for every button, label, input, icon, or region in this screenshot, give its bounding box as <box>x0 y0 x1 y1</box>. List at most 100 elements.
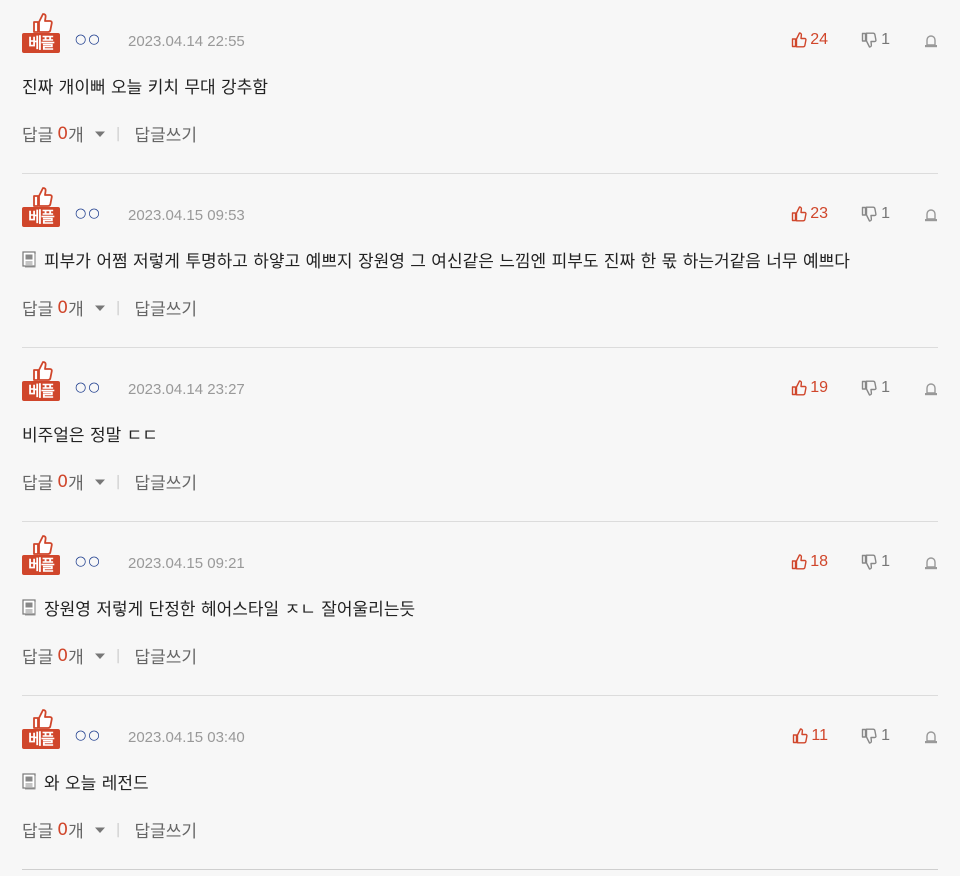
dislike-button[interactable]: 1 <box>861 727 890 745</box>
comment-actions: 답글 0개 | 답글쓰기 <box>22 643 197 669</box>
write-reply-button[interactable]: 답글쓰기 <box>134 121 197 146</box>
thumbs-up-badge-icon <box>33 13 53 33</box>
best-label: 베플 <box>22 207 60 227</box>
thumbs-down-icon <box>861 554 877 570</box>
comment-text: 장원영 저렇게 단정한 헤어스타일 ㅈㄴ 잘어울리는듯 <box>44 600 416 620</box>
thumbs-up-badge-icon <box>33 361 53 381</box>
reply-label: 답글 <box>22 300 54 320</box>
reply-toggle[interactable]: 답글 0개 <box>22 121 112 146</box>
comment-date: 2023.04.15 09:53 <box>128 207 245 224</box>
reply-unit: 개 <box>68 648 84 668</box>
comment-body: 와 오늘 레전드 <box>22 769 149 794</box>
reply-label: 답글 <box>22 474 54 494</box>
dislike-button[interactable]: 1 <box>861 379 890 397</box>
best-comment-badge: 베플 <box>22 186 60 228</box>
separator: | <box>115 299 121 316</box>
thumbs-down-icon <box>861 32 877 48</box>
thumbs-up-icon <box>793 728 809 744</box>
like-button[interactable]: 24 <box>791 31 828 49</box>
dislike-count: 1 <box>881 31 890 48</box>
dislike-button[interactable]: 1 <box>861 553 890 571</box>
best-label: 베플 <box>22 381 60 401</box>
caret-down-icon <box>94 827 105 833</box>
caret-down-icon <box>94 131 105 137</box>
report-icon[interactable] <box>924 208 938 222</box>
like-count: 11 <box>811 727 828 744</box>
author-nickname[interactable]: ○○ <box>75 32 102 47</box>
comment-item: 베플 ○○ 2023.04.14 22:55 24 1 진짜 개이뻐 오늘 키치… <box>22 0 938 174</box>
reply-unit: 개 <box>68 822 84 842</box>
comment-date: 2023.04.15 09:21 <box>128 555 245 572</box>
author-nickname[interactable]: ○○ <box>75 554 102 569</box>
report-icon[interactable] <box>924 730 938 744</box>
reply-count: 0 <box>57 297 69 318</box>
best-comment-badge: 베플 <box>22 12 60 54</box>
reply-toggle[interactable]: 답글 0개 <box>22 469 112 494</box>
separator: | <box>115 647 121 664</box>
comment-text: 와 오늘 레전드 <box>44 774 149 794</box>
write-reply-button[interactable]: 답글쓰기 <box>134 295 197 320</box>
comment-body: 비주얼은 정말 ㄷㄷ <box>22 421 158 446</box>
write-reply-button[interactable]: 답글쓰기 <box>134 817 197 842</box>
separator: | <box>115 473 121 490</box>
comment-item: 베플 ○○ 2023.04.15 09:21 18 1 장원영 저렇게 단정한 … <box>22 522 938 696</box>
like-count: 24 <box>810 31 828 48</box>
comment-body: 피부가 어쩜 저렇게 투명하고 하얗고 예쁘지 장원영 그 여신같은 느낌엔 피… <box>22 247 850 272</box>
thumbs-up-badge-icon <box>33 709 53 729</box>
like-button[interactable]: 23 <box>791 205 828 223</box>
best-label: 베플 <box>22 33 60 53</box>
like-button[interactable]: 19 <box>791 379 828 397</box>
like-count: 19 <box>810 379 828 396</box>
reply-toggle[interactable]: 답글 0개 <box>22 817 112 842</box>
comment-text: 피부가 어쩜 저렇게 투명하고 하얗고 예쁘지 장원영 그 여신같은 느낌엔 피… <box>44 252 850 272</box>
comment-text: 진짜 개이뻐 오늘 키치 무대 강추함 <box>22 78 268 98</box>
caret-down-icon <box>94 305 105 311</box>
dislike-count: 1 <box>881 553 890 570</box>
comment-date: 2023.04.14 22:55 <box>128 33 245 50</box>
like-button[interactable]: 11 <box>792 727 828 745</box>
reply-unit: 개 <box>68 474 84 494</box>
author-nickname[interactable]: ○○ <box>75 206 102 221</box>
write-reply-button[interactable]: 답글쓰기 <box>134 469 197 494</box>
image-attachment-icon[interactable] <box>22 251 38 268</box>
comment-actions: 답글 0개 | 답글쓰기 <box>22 469 197 495</box>
write-reply-button[interactable]: 답글쓰기 <box>134 643 197 668</box>
comment-item: 베플 ○○ 2023.04.14 23:27 19 1 비주얼은 정말 ㄷㄷ 답… <box>22 348 938 522</box>
thumbs-down-icon <box>861 728 877 744</box>
caret-down-icon <box>94 479 105 485</box>
caret-down-icon <box>94 653 105 659</box>
reply-toggle[interactable]: 답글 0개 <box>22 295 112 320</box>
reply-count: 0 <box>57 471 69 492</box>
image-attachment-icon[interactable] <box>22 773 38 790</box>
like-button[interactable]: 18 <box>791 553 828 571</box>
dislike-count: 1 <box>881 727 890 744</box>
reply-count: 0 <box>57 819 69 840</box>
report-icon[interactable] <box>924 556 938 570</box>
report-icon[interactable] <box>924 382 938 396</box>
author-nickname[interactable]: ○○ <box>75 728 102 743</box>
comment-actions: 답글 0개 | 답글쓰기 <box>22 121 197 147</box>
thumbs-up-icon <box>792 32 807 48</box>
separator: | <box>115 125 121 142</box>
comment-actions: 답글 0개 | 답글쓰기 <box>22 817 197 843</box>
thumbs-down-icon <box>861 380 877 396</box>
image-attachment-icon[interactable] <box>22 599 38 616</box>
best-label: 베플 <box>22 729 60 749</box>
thumbs-up-badge-icon <box>33 535 53 555</box>
comment-list: 베플 ○○ 2023.04.14 22:55 24 1 진짜 개이뻐 오늘 키치… <box>0 0 960 870</box>
reply-count: 0 <box>57 123 69 144</box>
reply-toggle[interactable]: 답글 0개 <box>22 643 112 668</box>
author-nickname[interactable]: ○○ <box>75 380 102 395</box>
thumbs-up-icon <box>792 380 807 396</box>
comment-date: 2023.04.15 03:40 <box>128 729 245 746</box>
comment-item: 베플 ○○ 2023.04.15 09:53 23 1 피부가 어쩜 저렇게 투… <box>22 174 938 348</box>
comment-text: 비주얼은 정말 ㄷㄷ <box>22 426 158 446</box>
dislike-count: 1 <box>881 205 890 222</box>
report-icon[interactable] <box>924 34 938 48</box>
reply-unit: 개 <box>68 300 84 320</box>
dislike-button[interactable]: 1 <box>861 31 890 49</box>
like-count: 18 <box>810 553 828 570</box>
like-count: 23 <box>810 205 828 222</box>
dislike-button[interactable]: 1 <box>861 205 890 223</box>
separator: | <box>115 821 121 838</box>
